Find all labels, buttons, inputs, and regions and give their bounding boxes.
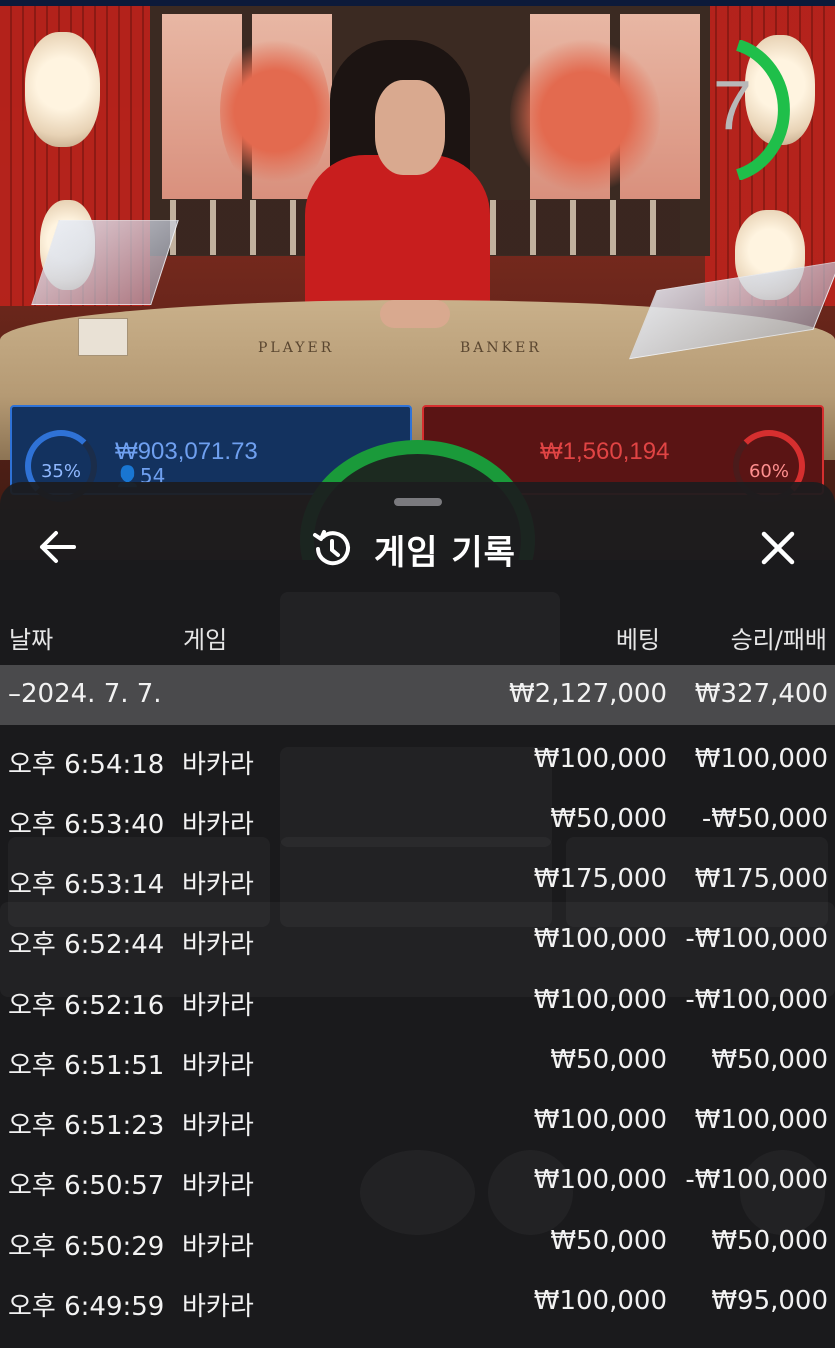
column-header-date: 날짜 <box>9 626 54 654</box>
row-win-loss: ₩100,000 <box>694 1105 828 1135</box>
row-time: 오후 6:50:29 <box>8 1232 165 1262</box>
row-game: 바카라 <box>182 870 254 900</box>
row-game: 바카라 <box>182 1232 254 1262</box>
row-bet: ₩50,000 <box>550 1045 667 1075</box>
row-game: 바카라 <box>182 1111 254 1141</box>
player-total-amount: ₩903,071.73 <box>115 438 258 465</box>
table-row[interactable]: 오후 6:54:18 바카라 ₩100,000 ₩100,000 <box>0 730 835 790</box>
row-time: 오후 6:49:59 <box>8 1292 165 1322</box>
sheet-drag-handle[interactable] <box>394 498 442 506</box>
row-win-loss: ₩100,000 <box>694 744 828 774</box>
banker-total-amount: ₩1,560,194 <box>540 438 670 465</box>
row-bet: ₩50,000 <box>550 804 667 834</box>
card-stack <box>78 318 128 356</box>
table-label-player: PLAYER <box>258 340 335 356</box>
countdown-timer-value: 7 <box>713 66 752 144</box>
arrow-left-icon <box>40 531 76 563</box>
row-win-loss: ₩50,000 <box>711 1226 828 1256</box>
row-bet: ₩100,000 <box>533 985 667 1015</box>
table-header: 날짜 게임 베팅 승리/패배 <box>0 604 835 664</box>
dealer-face <box>375 80 445 175</box>
date-group-bet: ₩2,127,000 <box>508 679 667 709</box>
column-header-bet: 베팅 <box>615 626 660 654</box>
row-game: 바카라 <box>182 930 254 960</box>
table-label-banker: BANKER <box>460 340 542 356</box>
table-row[interactable]: 오후 6:51:23 바카라 ₩100,000 ₩100,000 <box>0 1091 835 1151</box>
table-row[interactable]: 오후 6:49:59 바카라 ₩100,000 ₩95,000 <box>0 1272 835 1332</box>
row-game: 바카라 <box>182 1171 254 1201</box>
back-button[interactable] <box>36 522 82 572</box>
close-button[interactable] <box>752 522 804 574</box>
row-win-loss: ₩95,000 <box>711 1286 828 1316</box>
row-time: 오후 6:54:18 <box>8 750 165 780</box>
table-row[interactable]: 오후 6:52:16 바카라 ₩100,000 -₩100,000 <box>0 971 835 1031</box>
row-time: 오후 6:51:51 <box>8 1051 165 1081</box>
game-history-sheet: 게임 기록 날짜 게임 베팅 승리/패배 –2024. 7. 7. ₩2,127… <box>0 482 835 1348</box>
table-row[interactable]: 오후 6:52:44 바카라 ₩100,000 -₩100,000 <box>0 910 835 970</box>
blossom-decoration <box>220 26 330 196</box>
history-clock-icon <box>313 530 350 566</box>
row-win-loss: -₩100,000 <box>685 1165 828 1195</box>
row-bet: ₩100,000 <box>533 1105 667 1135</box>
row-time: 오후 6:51:23 <box>8 1111 165 1141</box>
row-bet: ₩175,000 <box>533 864 667 894</box>
row-game: 바카라 <box>182 1051 254 1081</box>
row-time: 오후 6:52:16 <box>8 991 165 1021</box>
blossom-decoration <box>510 36 660 196</box>
sheet-title: 게임 기록 <box>374 532 516 573</box>
table-row[interactable]: 오후 6:53:40 바카라 ₩50,000 -₩50,000 <box>0 790 835 850</box>
row-win-loss: -₩100,000 <box>685 924 828 954</box>
row-win-loss: ₩50,000 <box>711 1045 828 1075</box>
row-game: 바카라 <box>182 750 254 780</box>
close-icon <box>761 531 795 565</box>
live-video-background: PLAYER BANKER 7 35% 60% ₩903,071.73 ₩1,5… <box>0 0 835 560</box>
row-win-loss: -₩100,000 <box>685 985 828 1015</box>
row-bet: ₩100,000 <box>533 924 667 954</box>
date-group-label: –2024. 7. 7. <box>8 679 162 709</box>
table-row[interactable]: 오후 6:53:14 바카라 ₩175,000 ₩175,000 <box>0 850 835 910</box>
column-header-game: 게임 <box>183 626 228 654</box>
row-game: 바카라 <box>182 991 254 1021</box>
row-game: 바카라 <box>182 1292 254 1322</box>
row-time: 오후 6:53:14 <box>8 870 165 900</box>
row-time: 오후 6:53:40 <box>8 810 165 840</box>
date-group-win-loss: ₩327,400 <box>694 679 828 709</box>
date-group-row[interactable]: –2024. 7. 7. ₩2,127,000 ₩327,400 <box>0 665 835 725</box>
dealer-arm <box>380 300 450 328</box>
table-row[interactable]: 오후 6:50:57 바카라 ₩100,000 -₩100,000 <box>0 1151 835 1211</box>
row-win-loss: ₩175,000 <box>694 864 828 894</box>
row-win-loss: -₩50,000 <box>701 804 828 834</box>
lantern-decoration <box>25 32 100 147</box>
row-time: 오후 6:50:57 <box>8 1171 165 1201</box>
dealer-body <box>305 155 490 320</box>
row-bet: ₩100,000 <box>533 744 667 774</box>
table-row[interactable]: 오후 6:50:29 바카라 ₩50,000 ₩50,000 <box>0 1212 835 1272</box>
row-time: 오후 6:52:44 <box>8 930 165 960</box>
row-bet: ₩50,000 <box>550 1226 667 1256</box>
column-header-win-loss: 승리/패배 <box>730 626 827 654</box>
table-row[interactable]: 오후 6:51:51 바카라 ₩50,000 ₩50,000 <box>0 1031 835 1091</box>
row-bet: ₩100,000 <box>533 1286 667 1316</box>
row-bet: ₩100,000 <box>533 1165 667 1195</box>
row-game: 바카라 <box>182 810 254 840</box>
sheet-header: 게임 기록 <box>310 524 516 574</box>
